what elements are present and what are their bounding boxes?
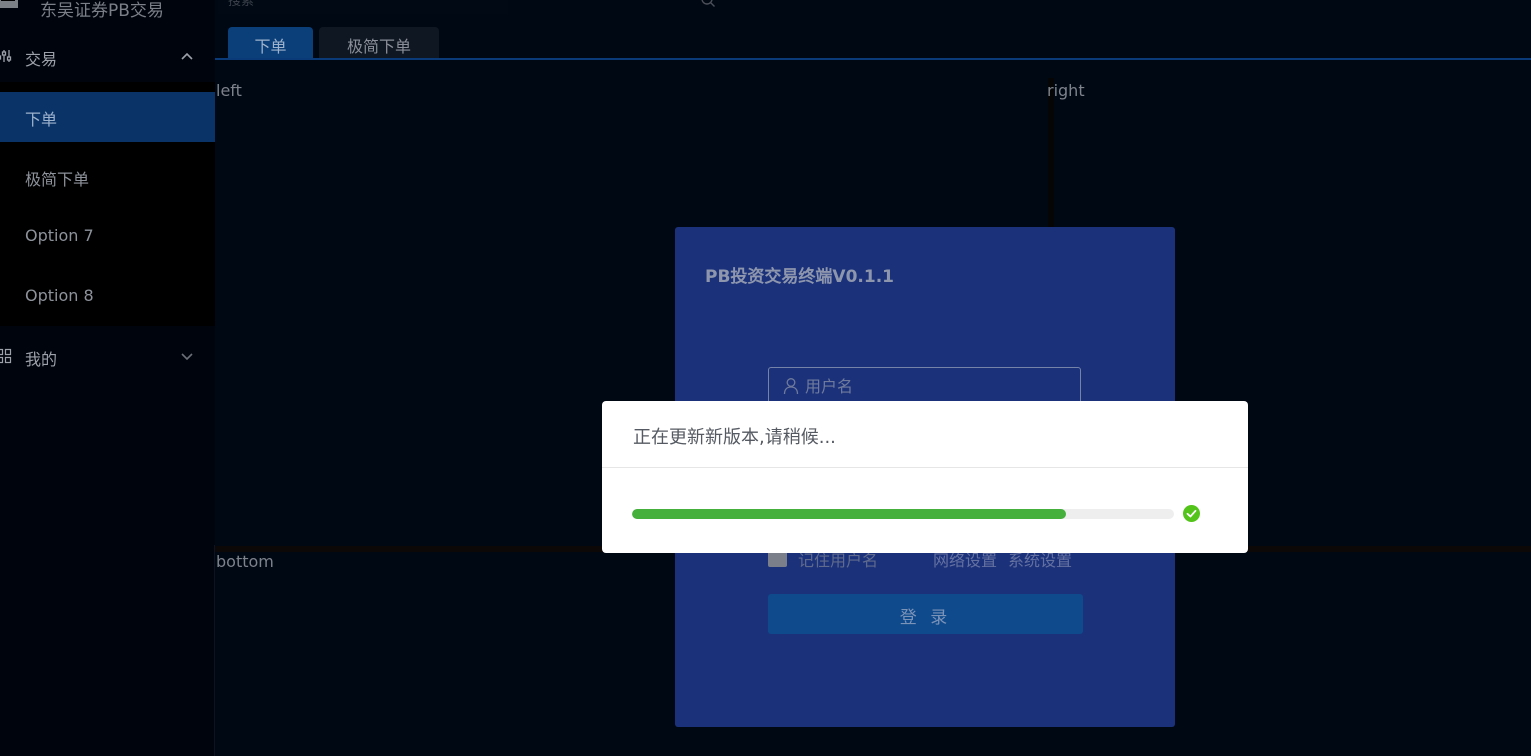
grid-icon <box>0 348 12 364</box>
chevron-up-icon <box>181 52 193 60</box>
user-icon <box>783 378 799 395</box>
login-button[interactable]: 登 录 <box>768 594 1083 634</box>
sidebar-item-option-7[interactable]: Option 7 <box>0 212 215 262</box>
brand-logo <box>0 0 18 8</box>
update-progress-fill <box>632 509 1066 519</box>
sidebar-item-label: Option 8 <box>25 286 94 305</box>
update-message: 正在更新新版本,请稍候... <box>633 427 836 448</box>
tab-quick-order[interactable]: 极简下单 <box>319 27 439 58</box>
search-box <box>218 0 715 14</box>
update-dialog: 正在更新新版本,请稍候... <box>602 401 1248 553</box>
app-title: 东吴证券PB交易 <box>40 1 164 21</box>
brand: 东吴证券PB交易 <box>0 0 215 21</box>
sidebar-item-option-8[interactable]: Option 8 <box>0 272 215 322</box>
username-input[interactable] <box>805 368 1065 404</box>
sliders-icon <box>0 50 12 62</box>
tab-order[interactable]: 下单 <box>228 27 313 58</box>
chevron-down-icon <box>181 353 193 361</box>
tab-underline <box>215 58 1531 60</box>
tab-quick-order-label: 极简下单 <box>346 37 411 56</box>
pane-border <box>214 545 215 756</box>
pane-right-label: right <box>1047 81 1085 100</box>
menu-group-mine-label: 我的 <box>25 350 58 369</box>
menu-group-trade-label: 交易 <box>25 50 58 69</box>
pane-bottom-label: bottom <box>216 552 274 571</box>
search-input[interactable] <box>218 0 498 14</box>
sidebar-item-quick-order[interactable]: 极简下单 <box>0 152 215 202</box>
update-progress-bar <box>632 509 1174 519</box>
search-icon[interactable] <box>700 0 716 8</box>
sidebar-item-order[interactable]: 下单 <box>0 92 215 142</box>
tab-order-label: 下单 <box>254 37 287 56</box>
menu-group-trade[interactable]: 交易 <box>0 28 215 88</box>
sidebar-item-label: 极简下单 <box>25 170 90 189</box>
dialog-divider <box>602 467 1248 468</box>
login-button-label: 登 录 <box>899 608 952 628</box>
sidebar-item-label: Option 7 <box>25 226 94 245</box>
sidebar-item-label: 下单 <box>25 110 58 129</box>
submenu-trade: 下单 极简下单 Option 7 Option 8 <box>0 82 215 326</box>
login-title: PB投资交易终端V0.1.1 <box>705 267 894 287</box>
menu-group-mine[interactable]: 我的 <box>0 328 215 388</box>
pane-left-label: left <box>216 81 242 100</box>
success-check-icon <box>1183 505 1200 522</box>
sidebar: 东吴证券PB交易 交易 下单 极简下单 Option 7 Option 8 我的 <box>0 0 215 756</box>
username-field[interactable] <box>768 367 1081 405</box>
